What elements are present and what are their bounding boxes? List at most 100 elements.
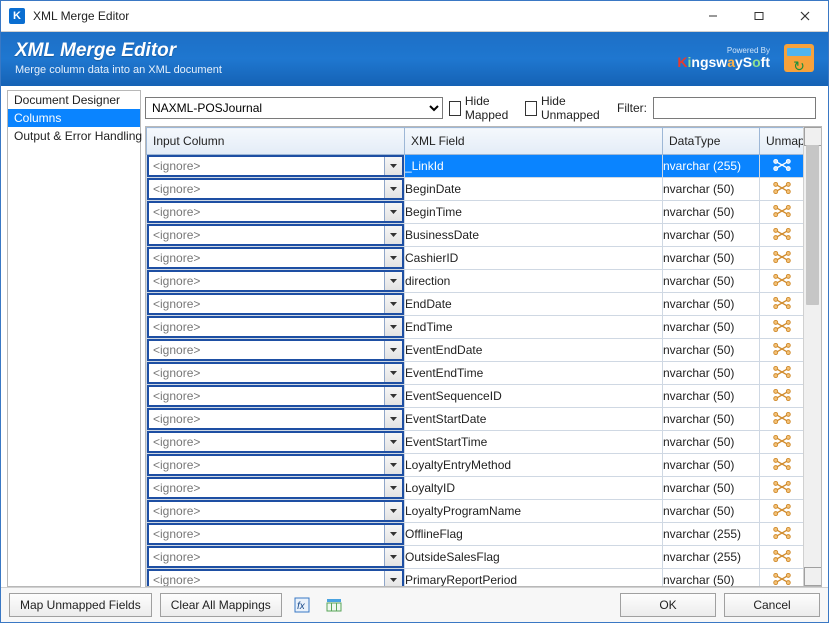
unmap-button[interactable] (760, 201, 804, 224)
table-row[interactable]: <ignore>CashierIDnvarchar (50) (147, 247, 804, 270)
columns-icon[interactable] (322, 593, 346, 617)
table-row[interactable]: <ignore>LoyaltyIDnvarchar (50) (147, 477, 804, 500)
input-column-select[interactable]: <ignore> (147, 178, 404, 200)
unmap-button[interactable] (760, 362, 804, 385)
unmap-button[interactable] (760, 270, 804, 293)
unmap-button[interactable] (760, 569, 804, 587)
maximize-button[interactable] (736, 1, 782, 31)
unmap-icon (773, 161, 791, 175)
scrollbar-down-button[interactable] (804, 567, 822, 586)
unmap-button[interactable] (760, 316, 804, 339)
xml-field-cell: direction (405, 270, 663, 293)
datatype-cell: nvarchar (50) (663, 270, 760, 293)
unmap-button[interactable] (760, 247, 804, 270)
input-column-select[interactable]: <ignore> (147, 155, 404, 177)
chevron-down-icon (384, 295, 402, 313)
table-row[interactable]: <ignore>EventEndDatenvarchar (50) (147, 339, 804, 362)
input-column-select[interactable]: <ignore> (147, 477, 404, 499)
table-row[interactable]: <ignore>EventEndTimenvarchar (50) (147, 362, 804, 385)
unmap-button[interactable] (760, 293, 804, 316)
table-row[interactable]: <ignore>BeginTimenvarchar (50) (147, 201, 804, 224)
input-column-select[interactable]: <ignore> (147, 546, 404, 568)
ok-button[interactable]: OK (620, 593, 716, 617)
datatype-cell: nvarchar (50) (663, 293, 760, 316)
input-column-select[interactable]: <ignore> (147, 224, 404, 246)
input-column-select[interactable]: <ignore> (147, 523, 404, 545)
datatype-cell: nvarchar (50) (663, 201, 760, 224)
input-column-select[interactable]: <ignore> (147, 454, 404, 476)
table-row[interactable]: <ignore>EndDatenvarchar (50) (147, 293, 804, 316)
close-button[interactable] (782, 1, 828, 31)
scrollbar-up-button[interactable] (804, 127, 822, 146)
col-unmap[interactable]: Unmap (760, 128, 804, 155)
minimize-button[interactable] (690, 1, 736, 31)
input-column-select[interactable]: <ignore> (147, 339, 404, 361)
unmap-button[interactable] (760, 155, 804, 178)
table-row[interactable]: <ignore>BeginDatenvarchar (50) (147, 178, 804, 201)
input-column-value: <ignore> (149, 479, 384, 497)
unmap-button[interactable] (760, 408, 804, 431)
design-select[interactable]: NAXML-POSJournal (145, 97, 443, 119)
datatype-cell: nvarchar (50) (663, 178, 760, 201)
table-row[interactable]: <ignore>directionnvarchar (50) (147, 270, 804, 293)
table-row[interactable]: <ignore>BusinessDatenvarchar (50) (147, 224, 804, 247)
input-column-select[interactable]: <ignore> (147, 500, 404, 522)
datatype-cell: nvarchar (50) (663, 569, 760, 587)
unmap-button[interactable] (760, 523, 804, 546)
input-column-select[interactable]: <ignore> (147, 569, 404, 586)
filter-input[interactable] (653, 97, 816, 119)
main-area: Document DesignerColumnsOutput & Error H… (1, 86, 828, 587)
unmap-button[interactable] (760, 178, 804, 201)
sidebar-item-document-designer[interactable]: Document Designer (8, 91, 140, 109)
table-row[interactable]: <ignore>OutsideSalesFlagnvarchar (255) (147, 546, 804, 569)
scrollbar-vertical[interactable] (803, 127, 821, 586)
table-row[interactable]: <ignore>EventStartDatenvarchar (50) (147, 408, 804, 431)
col-xml-field[interactable]: XML Field (405, 128, 663, 155)
brand-logo: Powered By KingswaySoft (677, 47, 770, 69)
sidebar-item-output-error-handling[interactable]: Output & Error Handling (8, 127, 140, 145)
table-row[interactable]: <ignore>EventSequenceIDnvarchar (50) (147, 385, 804, 408)
cancel-button[interactable]: Cancel (724, 593, 820, 617)
input-column-select[interactable]: <ignore> (147, 408, 404, 430)
table-row[interactable]: <ignore>EventStartTimenvarchar (50) (147, 431, 804, 454)
unmap-icon (773, 460, 791, 474)
input-column-select[interactable]: <ignore> (147, 385, 404, 407)
col-datatype[interactable]: DataType (663, 128, 760, 155)
unmap-button[interactable] (760, 431, 804, 454)
unmap-button[interactable] (760, 546, 804, 569)
input-column-select[interactable]: <ignore> (147, 247, 404, 269)
table-row[interactable]: <ignore>PrimaryReportPeriodnvarchar (50) (147, 569, 804, 587)
expression-editor-icon[interactable]: fx (290, 593, 314, 617)
datatype-cell: nvarchar (50) (663, 247, 760, 270)
svg-text:fx: fx (297, 601, 306, 612)
unmap-button[interactable] (760, 500, 804, 523)
input-column-select[interactable]: <ignore> (147, 270, 404, 292)
chevron-down-icon (384, 571, 402, 586)
table-row[interactable]: <ignore>OfflineFlagnvarchar (255) (147, 523, 804, 546)
unmap-button[interactable] (760, 454, 804, 477)
unmap-icon (773, 483, 791, 497)
input-column-select[interactable]: <ignore> (147, 431, 404, 453)
input-column-value: <ignore> (149, 157, 384, 175)
hide-mapped-checkbox[interactable]: Hide Mapped (449, 94, 519, 122)
clear-all-mappings-button[interactable]: Clear All Mappings (160, 593, 282, 617)
xml-field-cell: EventSequenceID (405, 385, 663, 408)
unmap-button[interactable] (760, 339, 804, 362)
col-input-column[interactable]: Input Column (147, 128, 405, 155)
unmap-button[interactable] (760, 477, 804, 500)
sidebar-item-columns[interactable]: Columns (8, 109, 140, 127)
unmap-button[interactable] (760, 385, 804, 408)
input-column-select[interactable]: <ignore> (147, 293, 404, 315)
input-column-select[interactable]: <ignore> (147, 362, 404, 384)
map-unmapped-button[interactable]: Map Unmapped Fields (9, 593, 152, 617)
hide-unmapped-checkbox[interactable]: Hide Unmapped (525, 94, 607, 122)
table-row[interactable]: <ignore>LoyaltyEntryMethodnvarchar (50) (147, 454, 804, 477)
table-row[interactable]: <ignore>_LinkIdnvarchar (255) (147, 155, 804, 178)
table-row[interactable]: <ignore>EndTimenvarchar (50) (147, 316, 804, 339)
unmap-button[interactable] (760, 224, 804, 247)
input-column-select[interactable]: <ignore> (147, 201, 404, 223)
table-row[interactable]: <ignore>LoyaltyProgramNamenvarchar (50) (147, 500, 804, 523)
scrollbar-thumb[interactable] (806, 145, 819, 305)
input-column-select[interactable]: <ignore> (147, 316, 404, 338)
xml-field-cell: EventEndDate (405, 339, 663, 362)
